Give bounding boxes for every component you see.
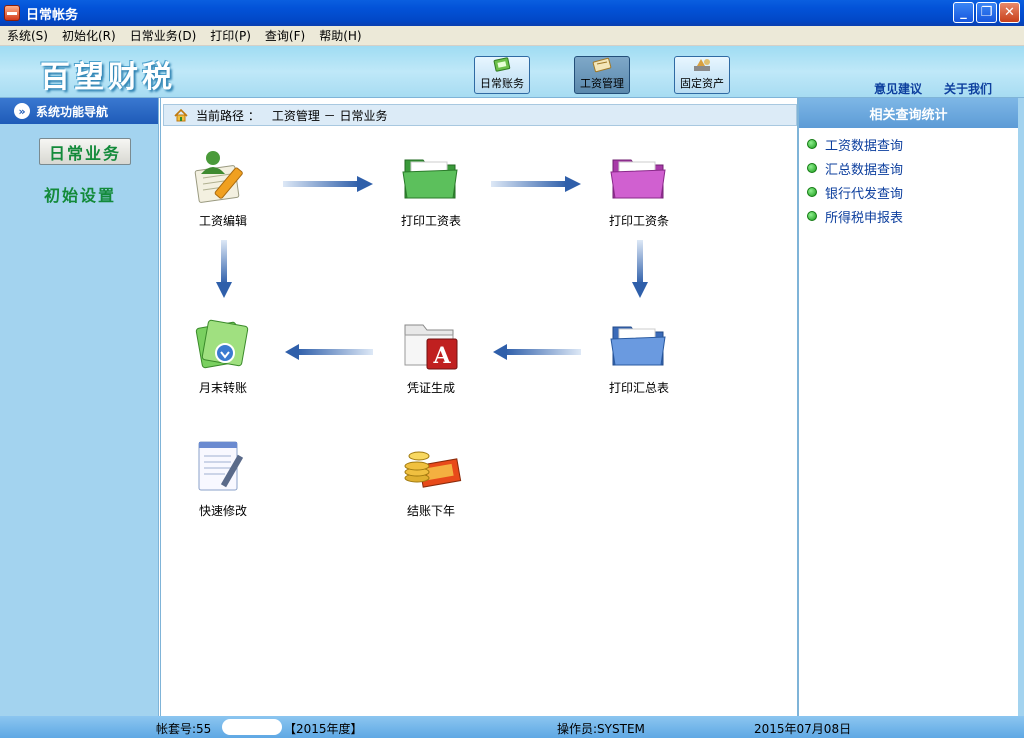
flow-quick-edit[interactable]: 快速修改: [168, 438, 278, 519]
tab-label: 固定资产: [680, 77, 724, 90]
query-income-tax-report[interactable]: 所得税申报表: [799, 204, 1018, 228]
right-panel: 相关查询统计 工资数据查询 汇总数据查询 银行代发查询 所得税申报表: [798, 98, 1018, 716]
left-nav: » 系统功能导航 日常业务 初始设置: [0, 98, 159, 716]
breadcrumb: 当前路径 ： 工资管理 － 日常业务: [163, 104, 797, 126]
title-bar: 日常帐务 _ ❐ ✕: [0, 0, 1024, 26]
main-content: 当前路径 ： 工资管理 － 日常业务 工资编辑 打印工资表 打印工资条 月末转账…: [160, 98, 798, 716]
flow-label: 凭证生成: [406, 381, 455, 395]
flow-label: 打印汇总表: [608, 381, 669, 395]
green-dot-icon: [807, 211, 817, 221]
arrow-down-icon: [216, 240, 232, 298]
query-list: 工资数据查询 汇总数据查询 银行代发查询 所得税申报表: [799, 128, 1018, 228]
menu-bar: 系统(S) 初始化(R) 日常业务(D) 打印(P) 查询(F) 帮助(H): [0, 26, 1024, 46]
nav-initial-settings[interactable]: 初始设置: [44, 182, 116, 206]
tab-label: 日常账务: [480, 77, 524, 90]
flow-print-salary-sheet[interactable]: 打印工资表: [376, 148, 486, 229]
redacted-area: [222, 719, 282, 735]
nav-header: » 系统功能导航: [0, 98, 158, 124]
about-link[interactable]: 关于我们: [944, 80, 992, 97]
app-icon: [4, 5, 20, 21]
status-bar: 帐套号:55 【2015年度】 操作员:SYSTEM 2015年07月08日: [0, 716, 1024, 738]
close-button[interactable]: ✕: [999, 2, 1020, 23]
menu-init[interactable]: 初始化(R): [55, 27, 123, 44]
tab-salary[interactable]: 工资管理: [574, 56, 630, 94]
account-number: 帐套号:55: [156, 722, 212, 736]
green-dot-icon: [807, 187, 817, 197]
window-controls: _ ❐ ✕: [953, 2, 1020, 23]
arrow-right-icon: [491, 176, 581, 192]
flow-label: 工资编辑: [198, 214, 247, 228]
list-item-label: 所得税申报表: [825, 210, 904, 226]
voucher-icon: A: [404, 324, 458, 370]
tab-label: 工资管理: [580, 77, 624, 90]
coins-icon: [404, 451, 462, 488]
flow-salary-edit[interactable]: 工资编辑: [168, 148, 278, 229]
flow-label: 打印工资条: [608, 214, 669, 228]
flow-label: 月末转账: [198, 381, 247, 395]
list-item-label: 汇总数据查询: [825, 162, 904, 178]
flow-label: 快速修改: [198, 504, 247, 518]
flow-label: 打印工资表: [400, 214, 461, 228]
operator: 操作员:SYSTEM: [557, 722, 645, 736]
ledger-icon: [493, 57, 511, 72]
menu-system[interactable]: 系统(S): [0, 27, 55, 44]
flow-label: 结账下年: [406, 504, 455, 518]
green-dot-icon: [807, 163, 817, 173]
menu-daily[interactable]: 日常业务(D): [123, 27, 204, 44]
brand-logo: 百望财税: [40, 60, 176, 95]
feedback-link[interactable]: 意见建议: [874, 80, 922, 97]
month-transfer-icon: [195, 319, 249, 369]
flow-print-salary-slip[interactable]: 打印工资条: [584, 148, 694, 229]
salary-edit-icon: [194, 151, 243, 203]
header-banner: 百望财税 日常账务 工资管理 固定资产 意见建议 关于我们: [0, 46, 1024, 98]
restore-button[interactable]: ❐: [976, 2, 997, 23]
path-value: 工资管理 － 日常业务: [271, 108, 388, 123]
list-item-label: 工资数据查询: [825, 138, 904, 154]
home-icon: [174, 108, 188, 121]
tab-ledger[interactable]: 日常账务: [474, 56, 530, 94]
menu-print[interactable]: 打印(P): [203, 27, 258, 44]
arrow-right-icon: [283, 176, 373, 192]
flow-close-year[interactable]: 结账下年: [376, 438, 486, 519]
query-salary-data[interactable]: 工资数据查询: [799, 132, 1018, 156]
window-title: 日常帐务: [26, 7, 79, 23]
green-dot-icon: [807, 139, 817, 149]
menu-query[interactable]: 查询(F): [258, 27, 312, 44]
flow-voucher-generate[interactable]: A 凭证生成: [376, 315, 486, 396]
menu-help[interactable]: 帮助(H): [312, 27, 368, 44]
fiscal-year: 【2015年度】: [284, 722, 363, 736]
tab-asset[interactable]: 固定资产: [674, 56, 730, 94]
right-panel-title: 相关查询统计: [799, 98, 1018, 128]
arrow-left-icon: [285, 344, 373, 360]
arrow-down-icon: [632, 240, 648, 298]
blue-folder-icon: [610, 326, 666, 366]
nav-daily-business-button[interactable]: 日常业务: [39, 138, 131, 165]
svg-text:A: A: [432, 343, 451, 369]
current-date: 2015年07月08日: [754, 722, 852, 736]
salary-icon: [592, 57, 612, 73]
flow-month-end-transfer[interactable]: 月末转账: [168, 315, 278, 396]
minimize-button[interactable]: _: [953, 2, 974, 23]
query-summary-data[interactable]: 汇总数据查询: [799, 156, 1018, 180]
double-chevron-icon: »: [14, 103, 30, 119]
arrow-left-icon: [493, 344, 581, 360]
quick-edit-icon: [198, 441, 244, 491]
asset-icon: [694, 59, 710, 71]
flow-print-summary[interactable]: 打印汇总表: [584, 315, 694, 396]
nav-title: 系统功能导航: [36, 104, 109, 119]
list-item-label: 银行代发查询: [825, 186, 904, 202]
pink-folder-icon: [610, 159, 666, 199]
window-edge: [1018, 98, 1024, 716]
green-folder-icon: [402, 159, 458, 199]
query-bank-payroll[interactable]: 银行代发查询: [799, 180, 1018, 204]
path-label: 当前路径 ：: [196, 108, 260, 123]
